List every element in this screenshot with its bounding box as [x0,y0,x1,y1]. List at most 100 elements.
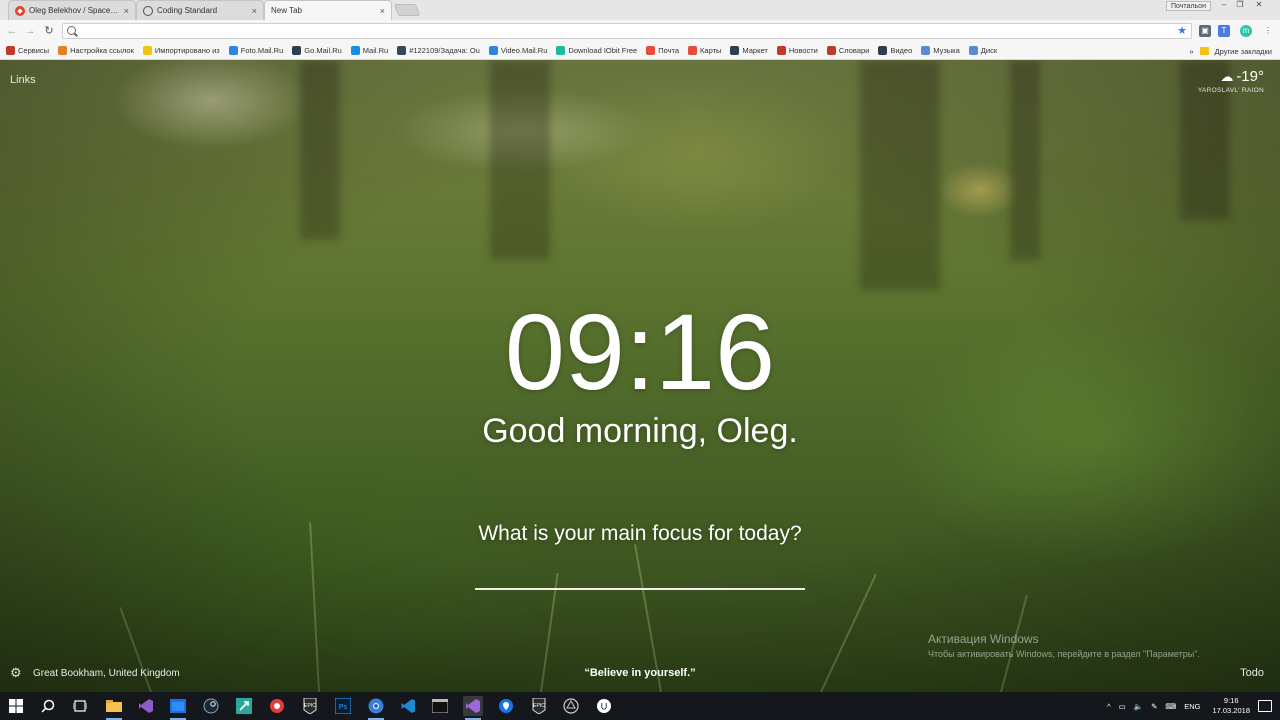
chevron-up-icon[interactable]: ^ [1107,702,1111,711]
apps-grid-icon [6,46,15,55]
bookmark-item[interactable]: Карты [688,46,721,55]
pen-icon[interactable]: ✎ [1151,702,1157,711]
search-icon[interactable] [38,696,58,716]
tab-label: Oleg Belekhov / SpaceBa [29,6,120,15]
terminal-icon[interactable] [430,696,450,716]
menu-icon[interactable]: ⋮ [1262,25,1274,37]
svg-text:Ps: Ps [339,704,348,711]
tab-new-tab[interactable]: New Tab × [264,0,392,20]
news-icon [776,46,786,55]
tab-gitlab[interactable]: ◆ Oleg Belekhov / SpaceBa × [8,0,136,20]
bookmark-label: Download IObit Free [568,46,638,55]
tab-label: Coding Standard [157,6,218,15]
bookmark-item[interactable]: Сервисы [6,46,49,55]
windows-start-icon[interactable] [6,696,26,716]
mail-icon [646,46,656,55]
bookmark-item[interactable]: Настройка ссылок [58,46,134,55]
keyboard-icon[interactable]: ⌨ [1165,702,1176,711]
windows-activation-watermark: Активация Windows Чтобы активировать Win… [928,632,1200,659]
chrome-icon[interactable] [366,696,386,720]
epic-games-icon[interactable]: EPIC [529,696,549,716]
minimize-icon[interactable]: – [1217,0,1231,10]
focus-input[interactable] [475,560,805,590]
bookmark-label: Импортировано из [154,46,220,55]
bookmark-star-icon[interactable]: ★ [1177,24,1187,38]
task-view-icon[interactable] [70,696,90,716]
close-window-icon[interactable]: ✕ [1252,0,1266,10]
mailru-icon [350,46,360,55]
bookmark-label: #122109/Задача: Ou [409,46,480,55]
bookmark-item[interactable]: Словари [826,46,869,55]
bookmark-item[interactable]: Новости [776,46,818,55]
more-bookmarks-button[interactable]: » [1189,47,1193,56]
weather-location: YAROSLAVL' RAION [1197,87,1264,94]
bookmark-item[interactable]: Импортировано из [142,46,220,55]
bookmark-label: Foto.Mail.Ru [240,46,284,55]
video-icon [878,46,888,55]
momentum-new-tab-page: Links ☁ -19° YAROSLAVL' RAION 09:16 Good… [0,60,1280,692]
back-icon[interactable]: ← [5,24,19,38]
bookmark-item[interactable]: #122109/Задача: Ou [397,46,480,55]
bookmark-item[interactable]: Go.Mail.Ru [292,46,342,55]
taskbar-date: 17.03.2018 [1212,706,1250,715]
close-icon[interactable]: × [380,6,385,16]
profile-button[interactable]: Почтальон [1166,1,1211,11]
app-window-icon[interactable] [168,696,188,720]
close-icon[interactable]: × [252,6,257,16]
tab-coding-standard[interactable]: Coding Standard × [136,0,264,20]
windows-icon [58,46,68,55]
weather-temperature: -19° [1236,68,1264,85]
unreal-engine-icon[interactable]: U [594,696,614,716]
bookmark-label: Маркет [742,46,768,55]
epic-games-icon[interactable]: EPIC [300,696,320,716]
todo-button[interactable]: Todo [1240,667,1264,679]
folder-icon [142,46,152,55]
photoshop-icon[interactable]: Ps [333,696,353,716]
bookmark-item[interactable]: Диск [968,46,998,55]
bookmark-label: Диск [980,46,998,55]
translate-icon[interactable]: T [1218,25,1230,37]
forward-icon[interactable]: → [23,24,37,38]
bookmark-item[interactable]: Mail.Ru [350,46,389,55]
video-icon [488,46,498,55]
bookmark-label: Mail.Ru [362,46,389,55]
new-tab-button[interactable] [393,4,421,16]
bookmark-item[interactable]: Почта [646,46,679,55]
download-icon [556,46,566,55]
close-icon[interactable]: × [124,6,129,16]
volume-icon[interactable]: 🔈 [1134,702,1143,711]
taskbar-time: 9:16 [1223,696,1239,705]
other-bookmarks-button[interactable]: Другие закладки [1215,47,1272,56]
map-pin-icon [688,46,698,55]
bookmark-item[interactable]: Foto.Mail.Ru [228,46,284,55]
photo-icon [228,46,238,55]
momentum-extension-icon[interactable]: m [1240,25,1252,37]
reload-icon[interactable]: ↻ [42,24,56,38]
unity-icon[interactable] [561,696,581,716]
vscode-icon[interactable] [398,696,418,716]
notification-icon[interactable] [1258,700,1272,712]
file-explorer-icon[interactable] [104,696,124,720]
links-button[interactable]: Links [10,74,36,86]
address-input[interactable] [81,24,1161,38]
bookmark-label: Карты [700,46,722,55]
sourcetree-icon[interactable] [234,696,254,716]
language-indicator[interactable]: ENG [1184,702,1200,711]
weather-widget[interactable]: ☁ -19° YAROSLAVL' RAION [1198,68,1264,94]
bookmark-item[interactable]: Музыка [921,46,960,55]
visual-studio-icon[interactable] [463,696,483,720]
cloud-icon: ☁ [1220,68,1234,84]
bookmark-item[interactable]: Видео [878,46,912,55]
network-icon[interactable]: ▭ [1119,702,1126,711]
security-app-icon[interactable] [267,696,287,716]
location-app-icon[interactable] [496,696,516,716]
bookmark-item[interactable]: Download IObit Free [556,46,637,55]
bookmark-item[interactable]: Маркет [730,46,768,55]
bookmark-item[interactable]: Video.Mail.Ru [488,46,547,55]
taskbar-clock[interactable]: 9:16 17.03.2018 [1212,696,1250,716]
visual-studio-icon[interactable] [136,696,156,716]
maximize-icon[interactable]: ❐ [1233,0,1247,10]
steam-icon[interactable] [201,696,221,716]
address-bar[interactable]: ★ [62,23,1192,39]
extension-icon[interactable]: ▣ [1199,25,1211,37]
